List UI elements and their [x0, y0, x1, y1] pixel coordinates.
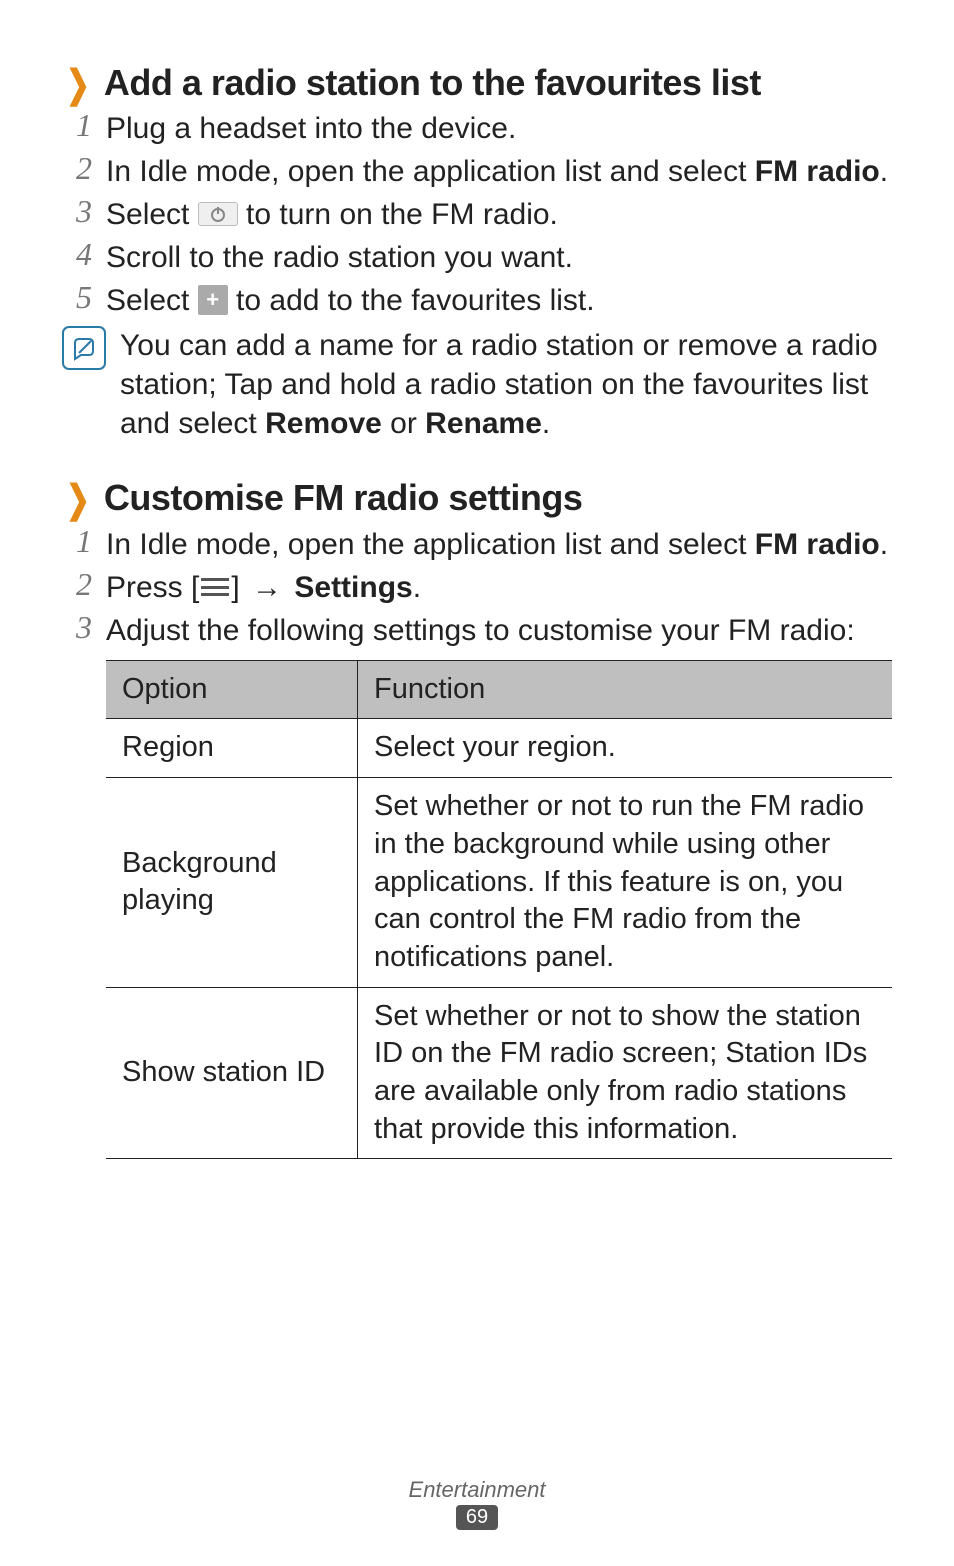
- td-option: Region: [106, 719, 358, 778]
- section-title-add-favourite: Add a radio station to the favourites li…: [104, 62, 761, 103]
- text-fragment: Select: [106, 198, 198, 231]
- text-fragment: .: [880, 528, 888, 561]
- step-text: Scroll to the radio station you want.: [106, 238, 573, 277]
- step-3: 3 Select to turn on the FM radio.: [62, 195, 892, 234]
- footer-category: Entertainment: [0, 1477, 954, 1503]
- step-1: 1 Plug a headset into the device.: [62, 109, 892, 148]
- text-bold-settings: Settings: [294, 571, 412, 604]
- step-number: 2: [62, 566, 92, 603]
- text-fragment: .: [880, 155, 888, 188]
- td-function: Set whether or not to run the FM radio i…: [358, 778, 892, 987]
- text-bold-remove: Remove: [265, 407, 382, 440]
- step-text: In Idle mode, open the application list …: [106, 525, 888, 564]
- text-bold-rename: Rename: [425, 407, 542, 440]
- th-option: Option: [106, 660, 358, 719]
- arrow-right-icon: →: [252, 568, 282, 607]
- page-footer: Entertainment 69: [0, 1477, 954, 1530]
- td-function: Set whether or not to show the station I…: [358, 987, 892, 1159]
- step-3: 3 Adjust the following settings to custo…: [62, 611, 892, 650]
- chevron-right-icon: ❯: [66, 481, 90, 519]
- text-fragment: .: [542, 407, 550, 440]
- section-title-customise: Customise FM radio settings: [104, 477, 583, 518]
- settings-table: Option Function Region Select your regio…: [106, 660, 892, 1160]
- table-header-row: Option Function: [106, 660, 892, 719]
- text-fragment: to turn on the FM radio.: [238, 198, 558, 231]
- power-icon: [198, 202, 238, 226]
- section-header-add-favourite: ❯ Add a radio station to the favourites …: [62, 62, 892, 103]
- table-row: Background playing Set whether or not to…: [106, 778, 892, 987]
- text-fragment: Press [: [106, 571, 199, 604]
- footer-page-number: 69: [456, 1505, 498, 1530]
- chevron-right-icon: ❯: [66, 66, 90, 104]
- step-number: 1: [62, 107, 92, 144]
- step-text: Press [] → Settings.: [106, 568, 421, 607]
- step-number: 2: [62, 150, 92, 187]
- step-number: 1: [62, 523, 92, 560]
- step-text: Select to turn on the FM radio.: [106, 195, 558, 234]
- td-function: Select your region.: [358, 719, 892, 778]
- plus-icon: +: [198, 285, 228, 315]
- text-bold-fm-radio: FM radio: [755, 155, 880, 188]
- text-fragment: Select: [106, 284, 198, 317]
- text-fragment: In Idle mode, open the application list …: [106, 155, 755, 188]
- step-4: 4 Scroll to the radio station you want.: [62, 238, 892, 277]
- note-box: You can add a name for a radio station o…: [62, 326, 892, 443]
- td-option: Show station ID: [106, 987, 358, 1159]
- step-text: In Idle mode, open the application list …: [106, 152, 888, 191]
- note-info-icon: [62, 326, 106, 370]
- step-text: Select + to add to the favourites list.: [106, 281, 595, 320]
- td-option: Background playing: [106, 778, 358, 987]
- text-fragment: or: [382, 407, 425, 440]
- section-header-customise: ❯ Customise FM radio settings: [62, 477, 892, 518]
- th-function: Function: [358, 660, 892, 719]
- step-number: 5: [62, 279, 92, 316]
- step-text: Adjust the following settings to customi…: [106, 611, 855, 650]
- step-number: 4: [62, 236, 92, 273]
- note-text: You can add a name for a radio station o…: [120, 326, 892, 443]
- step-number: 3: [62, 609, 92, 646]
- table-row: Region Select your region.: [106, 719, 892, 778]
- text-fragment: In Idle mode, open the application list …: [106, 528, 755, 561]
- step-number: 3: [62, 193, 92, 230]
- text-fragment: to add to the favourites list.: [228, 284, 595, 317]
- text-fragment: ]: [231, 571, 248, 604]
- text-fragment: .: [413, 571, 421, 604]
- table-row: Show station ID Set whether or not to sh…: [106, 987, 892, 1159]
- step-5: 5 Select + to add to the favourites list…: [62, 281, 892, 320]
- step-2: 2 Press [] → Settings.: [62, 568, 892, 607]
- text-bold-fm-radio: FM radio: [755, 528, 880, 561]
- step-1: 1 In Idle mode, open the application lis…: [62, 525, 892, 564]
- step-text: Plug a headset into the device.: [106, 109, 516, 148]
- menu-icon: [201, 578, 229, 596]
- step-2: 2 In Idle mode, open the application lis…: [62, 152, 892, 191]
